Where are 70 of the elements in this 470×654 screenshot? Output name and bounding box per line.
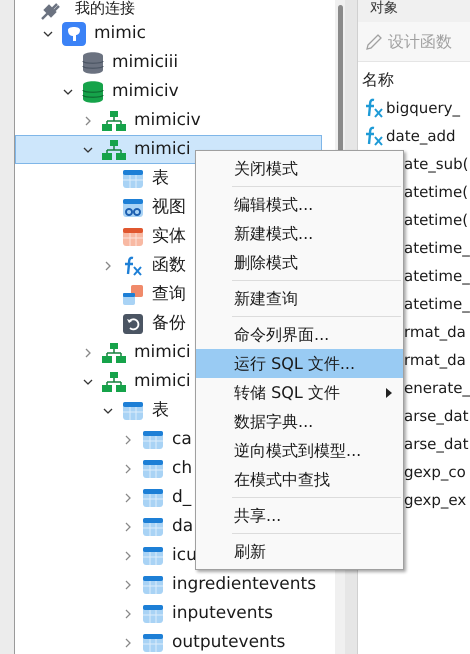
tree-item-label[interactable]: 我的连接 (75, 0, 135, 16)
query-icon (122, 284, 144, 306)
function-name[interactable]: bigquery_ (386, 96, 460, 120)
tree-item-label[interactable]: mimici (134, 368, 191, 394)
table-icon (142, 428, 164, 450)
hierarchy-icon (102, 110, 126, 132)
table-icon (122, 168, 144, 190)
function-name[interactable]: atetime_ (404, 236, 470, 260)
function-icon (122, 254, 144, 276)
table-icon (142, 458, 164, 480)
function-name[interactable]: arse_dat (404, 404, 468, 428)
menu-item[interactable]: 刷新 (196, 537, 403, 566)
tree-item-label[interactable]: outputevents (172, 630, 286, 654)
table-icon (122, 400, 144, 422)
tree-item-label[interactable]: mimiciii (112, 50, 178, 76)
menu-item[interactable]: 共享... (196, 501, 403, 530)
menu-item[interactable]: 运行 SQL 文件... (196, 349, 403, 378)
function-name[interactable]: atetime_ (404, 292, 470, 316)
table-icon (142, 516, 164, 538)
backup-icon (122, 312, 144, 334)
tree-item-label[interactable]: mimiciv (134, 108, 201, 134)
tree-item-label[interactable]: d_ (172, 484, 192, 510)
function-name[interactable]: atetime_ (404, 264, 470, 288)
tree-item-label[interactable]: ca (172, 426, 192, 452)
function-name[interactable]: rmat_da (404, 320, 466, 344)
menu-item[interactable]: 命令列界面... (196, 320, 403, 349)
function-name[interactable]: rmat_da (404, 348, 466, 372)
tree-item-label[interactable]: 实体 (152, 224, 186, 250)
menu-item[interactable]: 数据字典... (196, 407, 403, 436)
tree-item-label[interactable]: mimici (134, 340, 191, 366)
function-name[interactable]: enerate_ (404, 376, 470, 400)
function-name[interactable]: atetime( (404, 208, 468, 232)
tree-item-label[interactable]: da (172, 514, 194, 540)
tree-item-label[interactable]: 表 (152, 166, 169, 192)
tree-item-label[interactable]: inputevents (172, 600, 274, 626)
pencil-icon (364, 32, 384, 52)
tree-item-label[interactable]: ch (172, 456, 192, 482)
hierarchy-icon (102, 138, 126, 160)
tree-item-label[interactable]: 视图 (152, 194, 186, 220)
table-icon (142, 574, 164, 596)
hierarchy-icon (102, 342, 126, 364)
table-icon (142, 486, 164, 508)
tree-item-label[interactable]: ingredientevents (172, 572, 316, 598)
function-name[interactable]: atetime( (404, 180, 468, 204)
function-name[interactable]: gexp_co (404, 460, 466, 484)
function-name[interactable]: date_add (386, 124, 456, 148)
menu-item[interactable]: 新建模式... (196, 219, 403, 248)
menu-item[interactable]: 删除模式 (196, 248, 403, 277)
view-icon (122, 196, 144, 218)
table-icon (142, 602, 164, 624)
menu-item[interactable]: 编辑模式... (196, 190, 403, 219)
tree-item-label[interactable]: mimic (94, 20, 146, 46)
tree-item-label[interactable]: 函数 (152, 252, 186, 278)
table-icon (122, 226, 144, 248)
tree-item-label: mimici (134, 138, 191, 161)
function-name[interactable]: ate_sub( (404, 152, 468, 176)
menu-item[interactable]: 逆向模式到模型... (196, 436, 403, 465)
tree-item-label[interactable]: 备份 (152, 310, 186, 336)
hierarchy-icon (102, 370, 126, 392)
tree-item-label[interactable]: mimiciv (112, 78, 179, 104)
menu-item[interactable]: 在模式中查找 (196, 465, 403, 494)
menu-item[interactable]: 转储 SQL 文件 (196, 378, 403, 407)
column-header[interactable]: 名称 (362, 66, 470, 94)
plug-icon (39, 0, 61, 22)
table-icon (142, 544, 164, 566)
function-name[interactable]: arse_dat (404, 432, 468, 456)
menu-item[interactable]: 新建查询 (196, 284, 403, 313)
function-name[interactable]: gexp_ex (404, 488, 466, 512)
tree-item-label[interactable]: 表 (152, 398, 169, 424)
tree-item-label[interactable]: 查询 (152, 282, 186, 308)
